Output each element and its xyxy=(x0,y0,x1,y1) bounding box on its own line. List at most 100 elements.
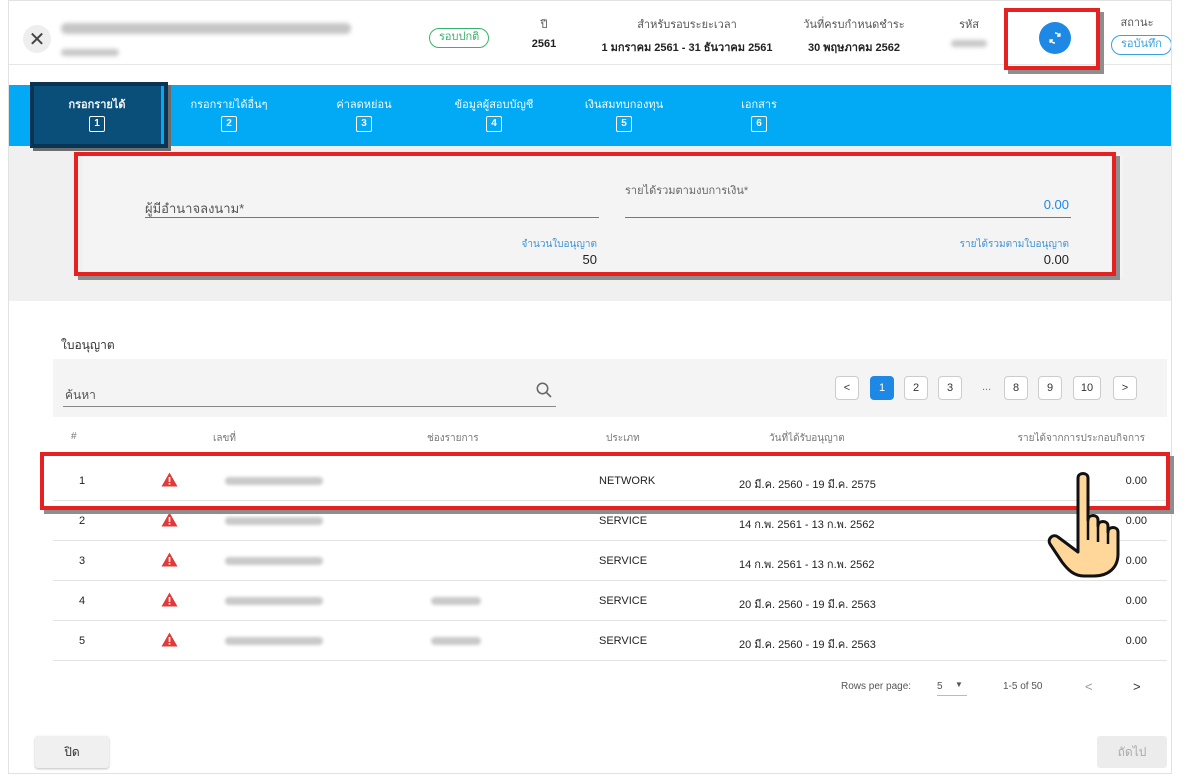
page-button-8[interactable]: 8 xyxy=(1004,376,1028,400)
column-header-revenue: รายได้จากการประกอบกิจการ xyxy=(1017,433,1145,444)
license-date: 20 มี.ค. 2560 - 19 มี.ค. 2563 xyxy=(739,599,876,611)
tab-auditor-number: 4 xyxy=(486,116,502,132)
license-date: 14 ก.พ. 2561 - 13 ก.พ. 2562 xyxy=(739,559,875,571)
page-button-3[interactable]: 3 xyxy=(938,376,962,400)
signer-field[interactable]: ผู้มีอำนาจลงนาม* xyxy=(145,198,244,219)
license-number-redacted xyxy=(225,597,323,605)
pagination-prev-button[interactable]: < xyxy=(835,376,859,400)
warning-icon xyxy=(161,472,178,487)
period-column: สำหรับรอบระยะเวลา 1 มกราคม 2561 - 31 ธัน… xyxy=(587,15,787,56)
page: ✕ รอบปกติ ปี 2561 สำหรับรอบระยะเวลา 1 มก… xyxy=(0,0,1203,782)
license-revenue[interactable]: 0.00 xyxy=(1053,595,1147,607)
license-type: SERVICE xyxy=(599,635,648,647)
tab-deductions-label: ค่าลดหย่อน xyxy=(336,99,392,111)
channel-redacted xyxy=(431,637,481,645)
dialog-header: ✕ รอบปกติ ปี 2561 สำหรับรอบระยะเวลา 1 มก… xyxy=(9,1,1171,65)
column-header-type: ประเภท xyxy=(606,433,640,444)
license-revenue-value: 0.00 xyxy=(1043,252,1069,267)
license-date: 20 มี.ค. 2560 - 19 มี.ค. 2575 xyxy=(739,479,876,491)
table-row[interactable]: 3 SERVICE 14 ก.พ. 2561 - 13 ก.พ. 2562 0.… xyxy=(53,541,1167,581)
warning-icon xyxy=(161,632,178,647)
next-button[interactable]: ถัดไป xyxy=(1097,736,1167,768)
tab-deductions-number: 3 xyxy=(356,116,372,132)
row-number: 4 xyxy=(79,595,86,607)
row-number: 5 xyxy=(79,635,86,647)
period-label: สำหรับรอบระยะเวลา xyxy=(637,19,737,31)
table-row[interactable]: 1 NETWORK 20 มี.ค. 2560 - 19 มี.ค. 2575 … xyxy=(53,461,1167,501)
search-icon[interactable] xyxy=(535,381,553,399)
rows-per-page-label: Rows per page: xyxy=(841,681,912,692)
license-type: SERVICE xyxy=(599,515,648,527)
footer-prev-button[interactable]: < xyxy=(1085,679,1093,694)
table-toolbar xyxy=(53,359,1167,417)
pagination-next-button[interactable]: > xyxy=(1113,376,1137,400)
dialog-window: ✕ รอบปกติ ปี 2561 สำหรับรอบระยะเวลา 1 มก… xyxy=(8,0,1172,774)
period-value: 1 มกราคม 2561 - 31 ธันวาคม 2561 xyxy=(601,42,773,54)
license-date: 20 มี.ค. 2560 - 19 มี.ค. 2563 xyxy=(739,639,876,651)
tab-other-income[interactable]: กรอกรายได้อื่นๆ 2 xyxy=(169,85,289,146)
pointer-hand-icon xyxy=(1047,472,1120,578)
license-count-value: 50 xyxy=(582,252,597,267)
tab-other-income-label: กรอกรายได้อื่นๆ xyxy=(190,99,268,111)
due-column: วันที่ครบกำหนดชำระ 30 พฤษภาคม 2562 xyxy=(799,15,909,56)
tab-income-label: กรอกรายได้ xyxy=(68,99,126,111)
column-header-channel: ช่องรายการ xyxy=(427,433,479,444)
year-label: ปี xyxy=(540,19,548,31)
chevron-down-icon: ▼ xyxy=(955,680,963,689)
column-header-number: # xyxy=(71,431,77,442)
status-pill: รอบปกติ xyxy=(429,28,490,48)
channel-redacted xyxy=(431,597,481,605)
company-name-redacted xyxy=(61,21,361,35)
table-row[interactable]: 4 SERVICE 20 มี.ค. 2560 - 19 มี.ค. 2563 … xyxy=(53,581,1167,621)
tab-other-income-number: 2 xyxy=(221,116,237,132)
tab-documents[interactable]: เอกสาร 6 xyxy=(709,85,809,146)
tab-auditor-label: ข้อมูลผู้สอบบัญชี xyxy=(454,99,534,111)
tab-deductions[interactable]: ค่าลดหย่อน 3 xyxy=(309,85,419,146)
license-number-redacted xyxy=(225,477,323,485)
tab-auditor[interactable]: ข้อมูลผู้สอบบัญชี 4 xyxy=(429,85,559,146)
code-value-redacted xyxy=(939,38,999,50)
page-button-2[interactable]: 2 xyxy=(904,376,928,400)
column-header-license-no: เลขที่ xyxy=(213,433,236,444)
license-date: 14 ก.พ. 2561 - 13 ก.พ. 2562 xyxy=(739,519,875,531)
tab-fund[interactable]: เงินสมทบกองทุน 5 xyxy=(564,85,684,146)
column-header-date: วันที่ได้รับอนุญาต xyxy=(769,433,845,444)
state-column: สถานะ xyxy=(1109,13,1165,31)
page-button-9[interactable]: 9 xyxy=(1038,376,1062,400)
tab-documents-label: เอกสาร xyxy=(741,99,777,111)
tab-fund-number: 5 xyxy=(616,116,632,132)
license-number-redacted xyxy=(225,517,323,525)
table-row[interactable]: 5 SERVICE 20 มี.ค. 2560 - 19 มี.ค. 2563 … xyxy=(53,621,1167,661)
table-row[interactable]: 2 SERVICE 14 ก.พ. 2561 - 13 ก.พ. 2562 0.… xyxy=(53,501,1167,541)
page-range: 1-5 of 50 xyxy=(1003,681,1043,692)
search-input[interactable]: ค้นหา xyxy=(65,386,96,405)
row-number: 1 xyxy=(79,475,86,487)
year-column: ปี 2561 xyxy=(509,15,579,50)
code-label: รหัส xyxy=(959,19,979,31)
close-button[interactable]: ปิด xyxy=(35,736,109,768)
page-button-10[interactable]: 10 xyxy=(1073,376,1101,400)
tab-income[interactable]: กรอกรายได้ 1 xyxy=(33,85,161,146)
warning-icon xyxy=(161,512,178,527)
code-column: รหัส xyxy=(939,15,999,50)
license-revenue-label: รายได้รวมตามใบอนุญาต xyxy=(959,239,1069,250)
close-icon[interactable]: ✕ xyxy=(23,25,51,53)
license-count-label: จำนวนใบอนุญาต xyxy=(521,239,597,250)
tab-documents-number: 6 xyxy=(751,116,767,132)
footer-next-button[interactable]: > xyxy=(1133,679,1141,694)
license-type: SERVICE xyxy=(599,595,648,607)
pagination-ellipsis: ... xyxy=(982,381,992,393)
sync-icon[interactable] xyxy=(1039,22,1071,54)
revenue-underline xyxy=(625,217,1071,218)
search-underline xyxy=(63,406,556,407)
tab-income-number: 1 xyxy=(89,116,105,132)
row-number: 2 xyxy=(79,515,86,527)
section-title: ใบอนุญาต xyxy=(61,338,115,352)
rows-per-page-select[interactable]: 5 ▼ xyxy=(937,680,967,696)
state-badge: รอบันทึก xyxy=(1111,35,1171,55)
state-label: สถานะ xyxy=(1120,17,1154,29)
revenue-field[interactable]: 0.00 xyxy=(625,197,1069,212)
page-button-1[interactable]: 1 xyxy=(870,376,894,400)
due-label: วันที่ครบกำหนดชำระ xyxy=(803,19,905,31)
license-revenue[interactable]: 0.00 xyxy=(1053,635,1147,647)
